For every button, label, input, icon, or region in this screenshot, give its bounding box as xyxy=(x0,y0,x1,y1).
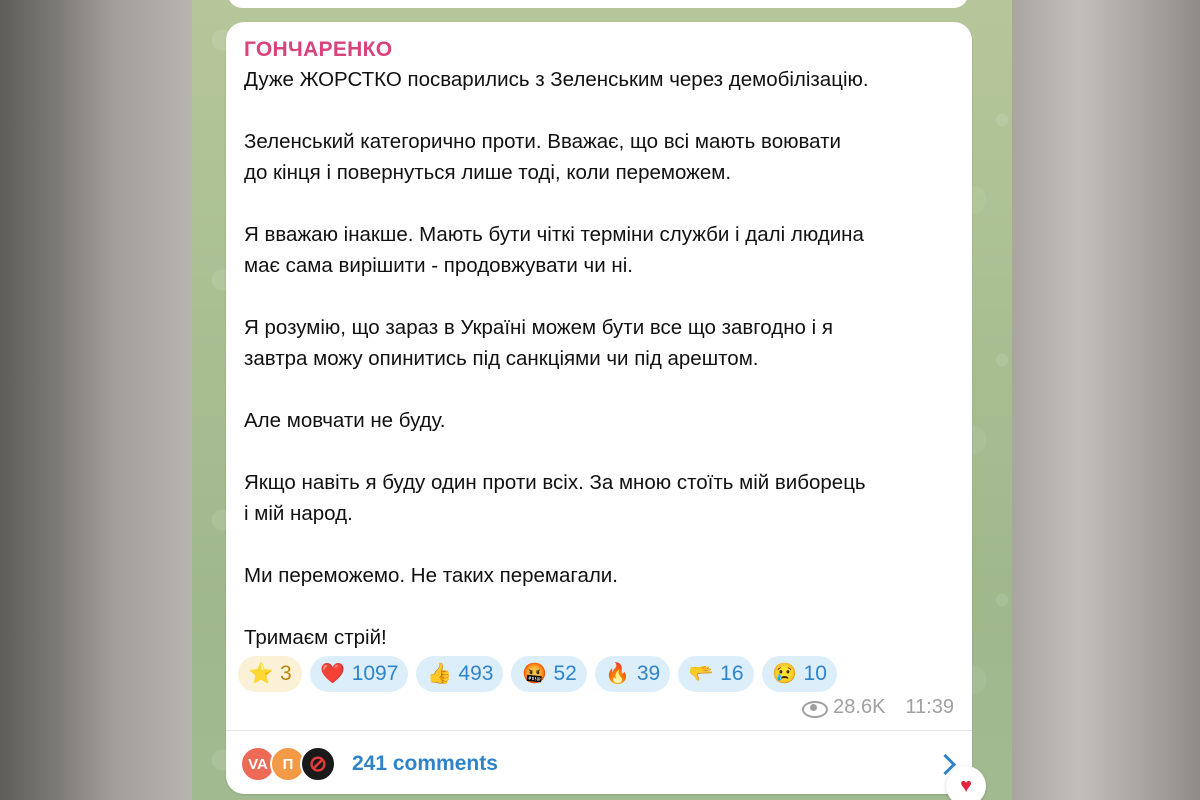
view-count: 28.6K xyxy=(833,696,886,718)
blurred-background-right xyxy=(1012,0,1200,800)
heart-icon[interactable]: ♥ xyxy=(946,766,986,800)
star-icon: ⭐ xyxy=(248,663,274,685)
eye-icon xyxy=(801,700,829,718)
previous-message-bubble xyxy=(228,0,968,8)
message-content: ГОНЧАРЕНКО Дуже ЖОРСТКО посварились з Зе… xyxy=(244,38,954,653)
reaction-angry-face[interactable]: 🤬 52 xyxy=(511,656,587,692)
chat-area: ГОНЧАРЕНКО Дуже ЖОРСТКО посварились з Зе… xyxy=(192,0,1012,800)
reaction-count: 3 xyxy=(280,662,292,685)
commenter-avatars: VA П ⊘ xyxy=(240,746,352,782)
message-paragraph: Я розумію, що зараз в Україні можем бути… xyxy=(244,316,833,370)
message-meta: 28.6K 11:39 xyxy=(801,696,954,719)
thumbs-up-icon: 👍 xyxy=(426,663,452,685)
pointing-hand-icon: 🫳 xyxy=(688,663,714,685)
reaction-count: 39 xyxy=(636,662,661,685)
reaction-count: 10 xyxy=(803,662,827,685)
comments-count-label[interactable]: 241 comments xyxy=(352,752,498,776)
message-paragraph: Зеленський категорично проти. Вважає, що… xyxy=(244,130,841,184)
reaction-pointing-hand[interactable]: 🫳 16 xyxy=(678,656,754,692)
reaction-crying-face[interactable]: 😢 10 xyxy=(761,656,837,692)
crying-face-icon: 😢 xyxy=(772,663,797,685)
message-paragraph: Дуже ЖОРСТКО посварились з Зеленським че… xyxy=(244,68,869,91)
reaction-count: 16 xyxy=(720,662,744,685)
sender-name[interactable]: ГОНЧАРЕНКО xyxy=(244,38,954,64)
reaction-count: 52 xyxy=(553,662,577,685)
heart-icon: ❤️ xyxy=(320,663,346,685)
message-paragraph: Але мовчати не буду. xyxy=(244,409,446,432)
reaction-heart[interactable]: ❤️ 1097 xyxy=(309,656,409,692)
reaction-thumbs-up[interactable]: 👍 493 xyxy=(416,656,504,692)
message-paragraph: Тримаєм стрій! xyxy=(244,626,387,649)
comments-button[interactable]: VA П ⊘ 241 comments xyxy=(240,740,956,788)
message-bubble[interactable]: ГОНЧАРЕНКО Дуже ЖОРСТКО посварились з Зе… xyxy=(226,22,972,794)
reaction-count: 1097 xyxy=(351,662,399,685)
message-paragraph: Якщо навіть я буду один проти всіх. За м… xyxy=(244,471,866,525)
message-paragraph: Я вважаю інакше. Мають бути чіткі термін… xyxy=(244,223,864,277)
reactions-row: ⭐ 3 ❤️ 1097 👍 493 🤬 52 🔥 39 🫳 16 😢 10 xyxy=(238,656,837,692)
reaction-fire[interactable]: 🔥 39 xyxy=(594,656,671,692)
reaction-count: 493 xyxy=(458,662,494,685)
message-time: 11:39 xyxy=(905,696,954,718)
message-paragraph: Ми переможемо. Не таких перемагали. xyxy=(244,564,618,587)
blurred-background-left xyxy=(0,0,192,800)
angry-face-icon: 🤬 xyxy=(522,663,547,685)
fire-icon: 🔥 xyxy=(605,663,631,685)
reaction-star[interactable]: ⭐ 3 xyxy=(238,656,302,692)
comments-divider xyxy=(226,730,972,731)
avatar: ⊘ xyxy=(300,746,336,782)
